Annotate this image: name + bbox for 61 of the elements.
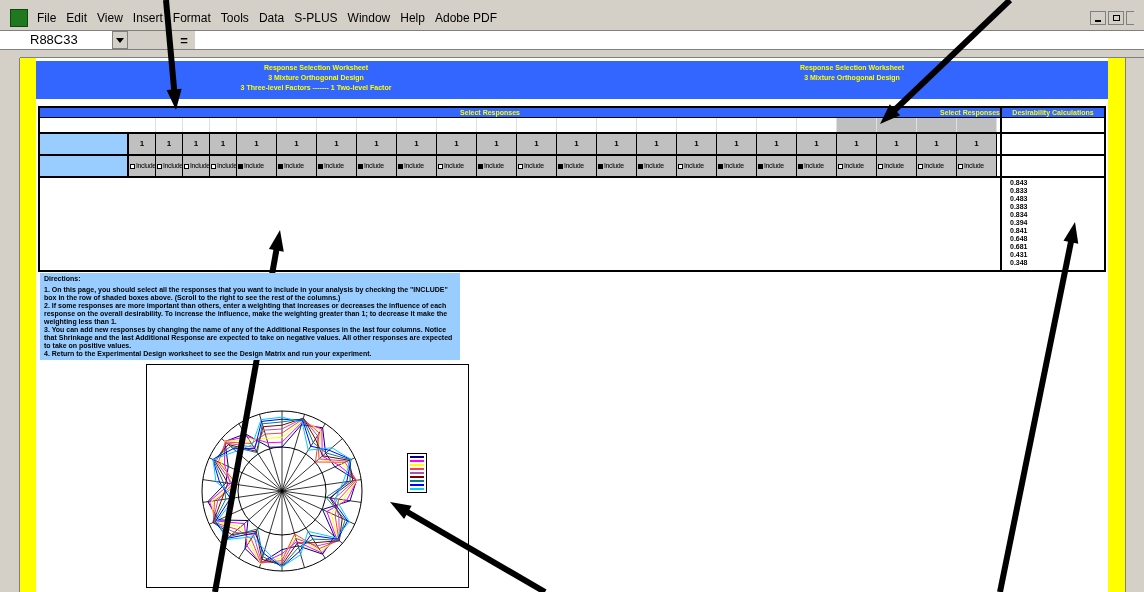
include-checkbox[interactable] [130,163,135,169]
weight-cell[interactable]: 1 [277,134,317,154]
include-checkbox[interactable] [438,163,443,169]
weight-cell[interactable]: 1 [156,134,183,154]
include-checkbox[interactable] [518,163,523,169]
include-checkbox[interactable] [398,163,403,169]
include-checkbox[interactable] [638,163,643,169]
menu-item[interactable]: Format [171,9,212,27]
include-checkbox[interactable] [211,163,216,169]
menu-item[interactable]: Adobe PDF [433,9,498,27]
dropdown-icon[interactable] [112,31,128,49]
weight-cell[interactable]: 1 [237,134,277,154]
include-checkbox[interactable] [558,163,563,169]
weight-cell[interactable]: 1 [317,134,357,154]
weight-cell[interactable]: 1 [597,134,637,154]
menu-item[interactable]: Edit [65,9,89,27]
include-checkbox[interactable] [878,163,883,169]
include-checkbox[interactable] [678,163,683,169]
include-checkbox[interactable] [798,163,803,169]
include-checkbox[interactable] [758,163,763,169]
menu-item[interactable]: S-PLUS [293,9,339,27]
weight-cell[interactable]: 1 [517,134,557,154]
restore-icon[interactable] [1108,11,1124,25]
weight-cell[interactable]: 1 [797,134,837,154]
include-checkbox[interactable] [598,163,603,169]
weight-cell[interactable]: 1 [557,134,597,154]
menu-item[interactable]: View [96,9,124,27]
menu-item[interactable]: Tools [219,9,250,27]
menu-item[interactable]: Data [257,9,286,27]
menu-item[interactable]: Window [346,9,392,27]
menu-item[interactable]: Help [399,9,426,27]
weight-cell[interactable]: 1 [129,134,156,154]
include-checkbox[interactable] [318,163,323,169]
weight-cell[interactable]: 1 [477,134,517,154]
include-checkbox[interactable] [358,163,363,169]
weight-cell[interactable]: 1 [757,134,797,154]
weight-cell[interactable]: 1 [183,134,210,154]
include-checkbox[interactable] [918,163,923,169]
weight-cell[interactable]: 1 [210,134,237,154]
weight-cell[interactable]: 1 [357,134,397,154]
weight-cell[interactable]: 1 [957,134,997,154]
include-checkbox[interactable] [184,163,189,169]
formula-equals: = [173,31,195,49]
menu-item[interactable]: Insert [131,9,164,27]
include-checkbox[interactable] [238,163,243,169]
weight-cell[interactable]: 1 [717,134,757,154]
include-checkbox[interactable] [278,163,283,169]
include-checkbox[interactable] [157,163,162,169]
include-checkbox[interactable] [958,163,963,169]
weight-cell[interactable]: 1 [917,134,957,154]
weight-cell[interactable]: 1 [677,134,717,154]
weight-cell[interactable]: 1 [437,134,477,154]
include-checkbox[interactable] [838,163,843,169]
menu-item[interactable]: File [36,9,58,27]
include-checkbox[interactable] [718,163,723,169]
include-checkbox[interactable] [478,163,483,169]
weight-cell[interactable]: 1 [837,134,877,154]
weight-cell[interactable]: 1 [637,134,677,154]
weight-cell[interactable]: 1 [397,134,437,154]
weight-cell[interactable]: 1 [877,134,917,154]
minimize-icon[interactable] [1090,11,1106,25]
